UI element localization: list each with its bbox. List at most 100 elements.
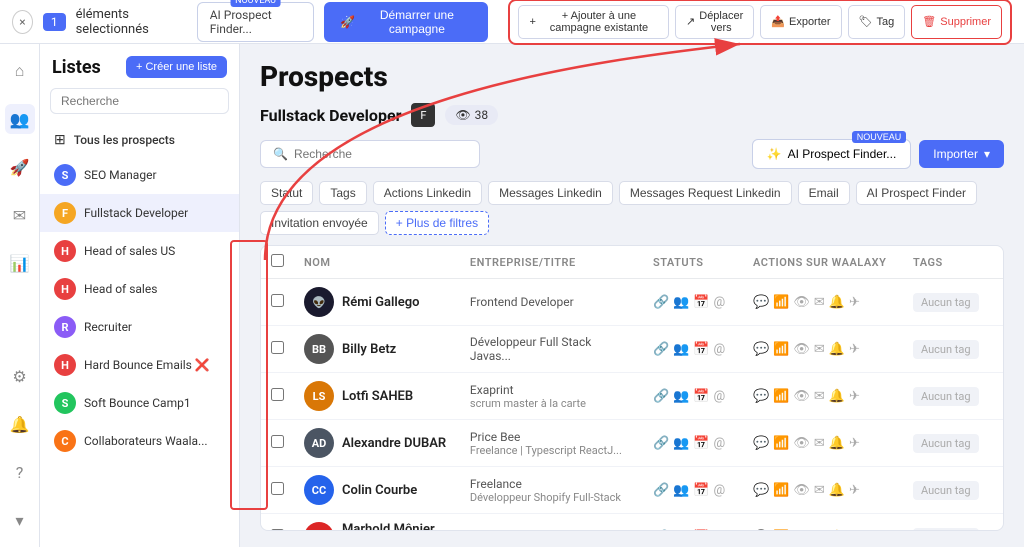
- send-icon[interactable]: ✈: [849, 483, 860, 498]
- chat-icon[interactable]: 💬: [753, 342, 769, 357]
- at-icon[interactable]: @: [714, 295, 726, 310]
- send-icon[interactable]: ✈: [849, 389, 860, 404]
- bell-icon[interactable]: 🔔: [829, 342, 845, 357]
- send-icon[interactable]: ✈: [849, 436, 860, 451]
- send-icon[interactable]: ✈: [849, 295, 860, 310]
- eye-icon[interactable]: 👁: [793, 436, 810, 451]
- signal-icon[interactable]: 📶: [773, 530, 789, 532]
- row-checkbox-3[interactable]: [271, 388, 284, 401]
- chat-icon[interactable]: 💬: [753, 483, 769, 498]
- link-icon[interactable]: 🔗: [653, 483, 669, 498]
- sidebar-item-fullstack[interactable]: F Fullstack Developer: [40, 194, 239, 232]
- sidebar-item-recruiter[interactable]: R Recruiter: [40, 308, 239, 346]
- sidebar-search-input[interactable]: [50, 88, 229, 114]
- signal-icon[interactable]: 📶: [773, 342, 789, 357]
- link-icon[interactable]: 🔗: [653, 530, 669, 532]
- delete-btn[interactable]: 🗑 Supprimer: [911, 5, 1002, 39]
- calendar-icon[interactable]: 📅: [693, 436, 709, 451]
- filter-tab-email[interactable]: Email: [798, 181, 850, 205]
- sidebar-item-soft-bounce[interactable]: S Soft Bounce Camp1: [40, 384, 239, 422]
- bell-icon[interactable]: 🔔: [829, 530, 845, 532]
- row-checkbox-2[interactable]: [271, 341, 284, 354]
- link-icon[interactable]: 🔗: [653, 389, 669, 404]
- filter-tab-tags[interactable]: Tags: [319, 181, 366, 205]
- envelope-icon[interactable]: ✉: [814, 436, 825, 451]
- add-campaign-btn[interactable]: + + Ajouter à une campagne existante: [518, 5, 669, 39]
- create-list-btn[interactable]: + Créer une liste: [126, 56, 227, 78]
- row-checkbox-1[interactable]: [271, 294, 284, 307]
- chat-icon[interactable]: 💬: [753, 295, 769, 310]
- filter-tab-messages-linkedin[interactable]: Messages Linkedin: [488, 181, 613, 205]
- nav-help[interactable]: ?: [5, 457, 35, 487]
- nav-mail[interactable]: ✉: [5, 200, 35, 230]
- eye-icon[interactable]: 👁: [793, 483, 810, 498]
- nav-rocket[interactable]: 🚀: [5, 152, 35, 182]
- sidebar-item-all[interactable]: ⊞ Tous les prospects: [40, 124, 239, 156]
- calendar-icon[interactable]: 📅: [693, 342, 709, 357]
- row-checkbox-5[interactable]: [271, 482, 284, 495]
- bell-icon[interactable]: 🔔: [829, 389, 845, 404]
- at-icon[interactable]: @: [714, 342, 726, 357]
- import-btn[interactable]: Importer ▾: [919, 140, 1004, 168]
- chat-icon[interactable]: 💬: [753, 530, 769, 532]
- select-all-checkbox[interactable]: [271, 254, 284, 267]
- at-icon[interactable]: @: [714, 483, 726, 498]
- nav-bell[interactable]: 🔔: [5, 409, 35, 439]
- group-icon[interactable]: 👥: [673, 483, 689, 498]
- filter-tab-ai-prospect[interactable]: AI Prospect Finder: [856, 181, 977, 205]
- eye-icon[interactable]: 👁: [793, 342, 810, 357]
- main-search-input[interactable]: [294, 147, 467, 161]
- link-icon[interactable]: 🔗: [653, 436, 669, 451]
- calendar-icon[interactable]: 📅: [693, 530, 709, 532]
- ai-prospect-btn[interactable]: NOUVEAU ✨ AI Prospect Finder...: [752, 139, 912, 169]
- calendar-icon[interactable]: 📅: [693, 295, 709, 310]
- group-icon[interactable]: 👥: [673, 389, 689, 404]
- link-icon[interactable]: 🔗: [653, 342, 669, 357]
- nav-users[interactable]: 👥: [5, 104, 35, 134]
- bell-icon[interactable]: 🔔: [829, 295, 845, 310]
- move-btn[interactable]: ↗ Déplacer vers: [675, 5, 754, 39]
- ai-prospect-btn-top[interactable]: NOUVEAU AI Prospect Finder...: [197, 2, 315, 42]
- chat-icon[interactable]: 💬: [753, 436, 769, 451]
- eye-icon[interactable]: 👁: [793, 295, 810, 310]
- bell-icon[interactable]: 🔔: [829, 436, 845, 451]
- envelope-icon[interactable]: ✉: [814, 342, 825, 357]
- filter-tab-actions-linkedin[interactable]: Actions Linkedin: [373, 181, 482, 205]
- start-campaign-btn[interactable]: 🚀 Démarrer une campagne: [324, 2, 488, 42]
- at-icon[interactable]: @: [714, 389, 726, 404]
- close-btn[interactable]: ×: [12, 10, 33, 34]
- group-icon[interactable]: 👥: [673, 295, 689, 310]
- signal-icon[interactable]: 📶: [773, 436, 789, 451]
- at-icon[interactable]: @: [714, 530, 726, 532]
- row-checkbox-4[interactable]: [271, 435, 284, 448]
- sidebar-item-collaborateurs[interactable]: C Collaborateurs Waala...: [40, 422, 239, 460]
- nav-expand[interactable]: ▾: [5, 505, 35, 535]
- tag-btn[interactable]: 🏷 Tag: [848, 5, 906, 39]
- signal-icon[interactable]: 📶: [773, 483, 789, 498]
- sidebar-item-seo[interactable]: S SEO Manager: [40, 156, 239, 194]
- calendar-icon[interactable]: 📅: [693, 389, 709, 404]
- link-icon[interactable]: 🔗: [653, 295, 669, 310]
- row-checkbox-6[interactable]: [271, 529, 284, 531]
- send-icon[interactable]: ✈: [849, 530, 860, 532]
- sidebar-item-head-sales-us[interactable]: H Head of sales US: [40, 232, 239, 270]
- eye-icon[interactable]: 👁: [793, 530, 810, 532]
- sidebar-item-head-sales[interactable]: H Head of sales: [40, 270, 239, 308]
- envelope-icon[interactable]: ✉: [814, 389, 825, 404]
- envelope-icon[interactable]: ✉: [814, 530, 825, 532]
- export-btn[interactable]: 📤 Exporter: [760, 5, 841, 39]
- chat-icon[interactable]: 💬: [753, 389, 769, 404]
- bell-icon[interactable]: 🔔: [829, 483, 845, 498]
- sidebar-item-hard-bounce[interactable]: H Hard Bounce Emails ❌: [40, 346, 239, 384]
- filter-tab-messages-request[interactable]: Messages Request Linkedin: [619, 181, 792, 205]
- send-icon[interactable]: ✈: [849, 342, 860, 357]
- at-icon[interactable]: @: [714, 436, 726, 451]
- envelope-icon[interactable]: ✉: [814, 483, 825, 498]
- group-icon[interactable]: 👥: [673, 436, 689, 451]
- calendar-icon[interactable]: 📅: [693, 483, 709, 498]
- signal-icon[interactable]: 📶: [773, 389, 789, 404]
- signal-icon[interactable]: 📶: [773, 295, 789, 310]
- group-icon[interactable]: 👥: [673, 530, 689, 532]
- group-icon[interactable]: 👥: [673, 342, 689, 357]
- nav-chart[interactable]: 📊: [5, 248, 35, 278]
